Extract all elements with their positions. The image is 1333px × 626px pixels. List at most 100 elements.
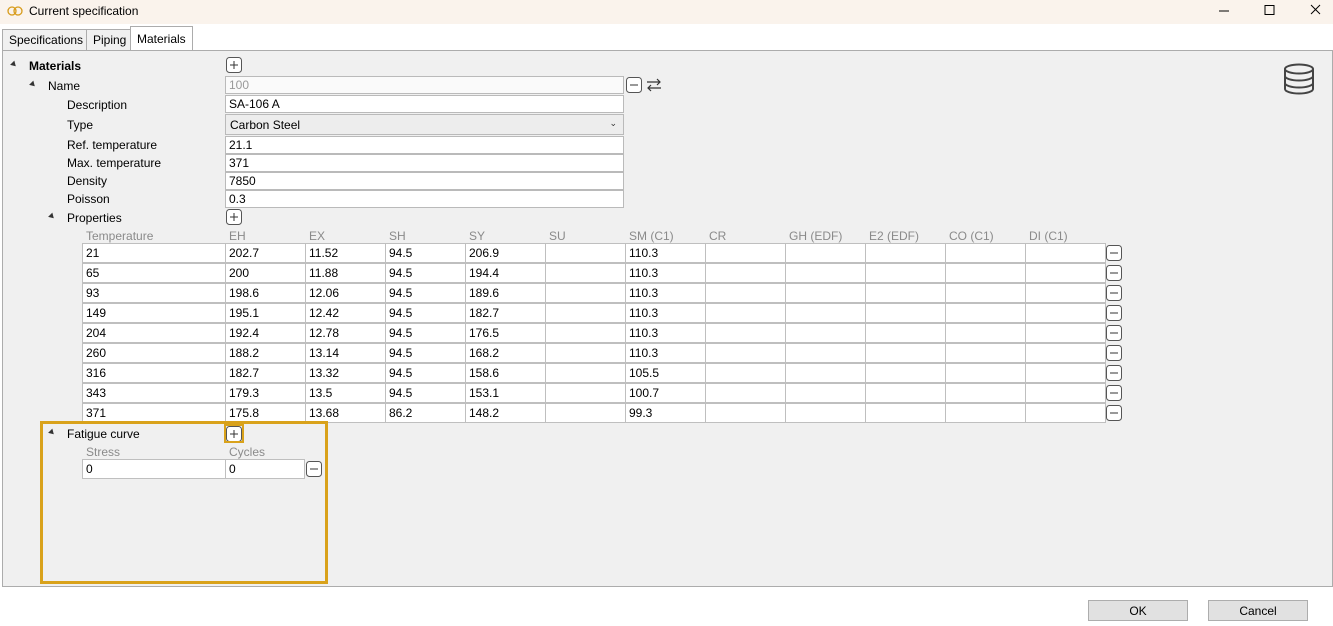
table-cell[interactable] bbox=[785, 263, 866, 283]
remove-row-icon[interactable] bbox=[1106, 325, 1122, 341]
density-field[interactable]: 7850 bbox=[225, 172, 624, 190]
table-cell[interactable]: 110.3 bbox=[625, 303, 706, 323]
maximize-button[interactable] bbox=[1247, 0, 1293, 24]
tab-piping[interactable]: Piping bbox=[86, 29, 134, 51]
remove-row-icon[interactable] bbox=[1106, 405, 1122, 421]
table-cell[interactable]: 93 bbox=[82, 283, 226, 303]
tab-materials[interactable]: Materials bbox=[130, 26, 193, 51]
table-cell[interactable] bbox=[945, 303, 1026, 323]
table-cell[interactable] bbox=[545, 403, 626, 423]
table-cell[interactable] bbox=[945, 283, 1026, 303]
table-cell[interactable] bbox=[785, 403, 866, 423]
minimize-button[interactable] bbox=[1201, 0, 1247, 24]
table-cell[interactable]: 149 bbox=[82, 303, 226, 323]
table-cell[interactable] bbox=[1025, 283, 1106, 303]
table-cell[interactable]: 206.9 bbox=[465, 243, 546, 263]
table-cell[interactable] bbox=[705, 403, 786, 423]
type-select[interactable]: Carbon Steel ⌄ bbox=[225, 114, 624, 135]
table-cell[interactable] bbox=[865, 403, 946, 423]
table-cell[interactable]: 189.6 bbox=[465, 283, 546, 303]
table-cell[interactable] bbox=[785, 283, 866, 303]
table-cell[interactable] bbox=[1025, 303, 1106, 323]
table-cell[interactable] bbox=[785, 323, 866, 343]
remove-row-icon[interactable] bbox=[1106, 265, 1122, 281]
remove-row-icon[interactable] bbox=[1106, 365, 1122, 381]
table-cell[interactable] bbox=[545, 343, 626, 363]
table-cell[interactable] bbox=[705, 263, 786, 283]
table-cell[interactable]: 148.2 bbox=[465, 403, 546, 423]
table-cell[interactable] bbox=[705, 283, 786, 303]
table-cell[interactable] bbox=[945, 263, 1026, 283]
table-cell[interactable]: 13.14 bbox=[305, 343, 386, 363]
table-cell[interactable] bbox=[1025, 323, 1106, 343]
table-cell[interactable] bbox=[705, 383, 786, 403]
table-cell[interactable]: 94.5 bbox=[385, 363, 466, 383]
table-cell[interactable] bbox=[545, 323, 626, 343]
table-cell[interactable]: 105.5 bbox=[625, 363, 706, 383]
table-cell[interactable]: 94.5 bbox=[385, 243, 466, 263]
table-cell[interactable]: 94.5 bbox=[385, 323, 466, 343]
table-cell[interactable]: 12.06 bbox=[305, 283, 386, 303]
name-field[interactable]: 100 bbox=[225, 76, 624, 94]
table-cell[interactable]: 158.6 bbox=[465, 363, 546, 383]
table-cell[interactable]: 99.3 bbox=[625, 403, 706, 423]
table-cell[interactable]: 110.3 bbox=[625, 263, 706, 283]
table-cell[interactable] bbox=[545, 243, 626, 263]
table-cell[interactable] bbox=[865, 243, 946, 263]
database-icon[interactable] bbox=[1282, 63, 1316, 95]
table-cell[interactable]: 110.3 bbox=[625, 283, 706, 303]
table-cell[interactable] bbox=[1025, 343, 1106, 363]
table-cell[interactable] bbox=[945, 363, 1026, 383]
table-cell[interactable]: 260 bbox=[82, 343, 226, 363]
table-cell[interactable] bbox=[1025, 363, 1106, 383]
swap-icon[interactable] bbox=[645, 76, 663, 94]
ok-button[interactable]: OK bbox=[1088, 600, 1188, 621]
table-cell[interactable] bbox=[945, 323, 1026, 343]
table-cell[interactable] bbox=[705, 323, 786, 343]
table-cell[interactable]: 188.2 bbox=[225, 343, 306, 363]
table-cell[interactable] bbox=[1025, 243, 1106, 263]
table-cell[interactable]: 110.3 bbox=[625, 323, 706, 343]
table-cell[interactable]: 65 bbox=[82, 263, 226, 283]
table-cell[interactable]: 195.1 bbox=[225, 303, 306, 323]
table-cell[interactable]: 86.2 bbox=[385, 403, 466, 423]
table-cell[interactable]: 94.5 bbox=[385, 263, 466, 283]
table-cell[interactable]: 202.7 bbox=[225, 243, 306, 263]
table-cell[interactable]: 94.5 bbox=[385, 283, 466, 303]
table-cell[interactable] bbox=[945, 383, 1026, 403]
table-cell[interactable]: 94.5 bbox=[385, 383, 466, 403]
table-cell[interactable]: 198.6 bbox=[225, 283, 306, 303]
table-cell[interactable]: 12.42 bbox=[305, 303, 386, 323]
add-property-icon[interactable] bbox=[226, 209, 242, 225]
table-cell[interactable]: 13.68 bbox=[305, 403, 386, 423]
cancel-button[interactable]: Cancel bbox=[1208, 600, 1308, 621]
table-cell[interactable]: 94.5 bbox=[385, 343, 466, 363]
table-cell[interactable] bbox=[865, 263, 946, 283]
table-cell[interactable] bbox=[545, 383, 626, 403]
table-cell[interactable]: 194.4 bbox=[465, 263, 546, 283]
table-cell[interactable] bbox=[785, 363, 866, 383]
remove-row-icon[interactable] bbox=[1106, 285, 1122, 301]
table-cell[interactable] bbox=[705, 303, 786, 323]
table-cell[interactable] bbox=[865, 383, 946, 403]
max-temperature-field[interactable]: 371 bbox=[225, 154, 624, 172]
table-cell[interactable]: 182.7 bbox=[465, 303, 546, 323]
table-cell[interactable] bbox=[865, 343, 946, 363]
table-cell[interactable]: 316 bbox=[82, 363, 226, 383]
table-cell[interactable]: 13.32 bbox=[305, 363, 386, 383]
table-cell[interactable]: 94.5 bbox=[385, 303, 466, 323]
table-cell[interactable]: 11.52 bbox=[305, 243, 386, 263]
table-cell[interactable] bbox=[785, 343, 866, 363]
add-material-icon[interactable] bbox=[226, 57, 242, 73]
table-cell[interactable] bbox=[945, 403, 1026, 423]
table-cell[interactable]: 371 bbox=[82, 403, 226, 423]
table-cell[interactable] bbox=[1025, 403, 1106, 423]
table-cell[interactable] bbox=[705, 343, 786, 363]
table-cell[interactable] bbox=[545, 303, 626, 323]
table-cell[interactable]: 204 bbox=[82, 323, 226, 343]
table-cell[interactable]: 100.7 bbox=[625, 383, 706, 403]
table-cell[interactable]: 343 bbox=[82, 383, 226, 403]
tab-specifications[interactable]: Specifications bbox=[2, 29, 91, 51]
table-cell[interactable]: 179.3 bbox=[225, 383, 306, 403]
table-cell[interactable]: 200 bbox=[225, 263, 306, 283]
